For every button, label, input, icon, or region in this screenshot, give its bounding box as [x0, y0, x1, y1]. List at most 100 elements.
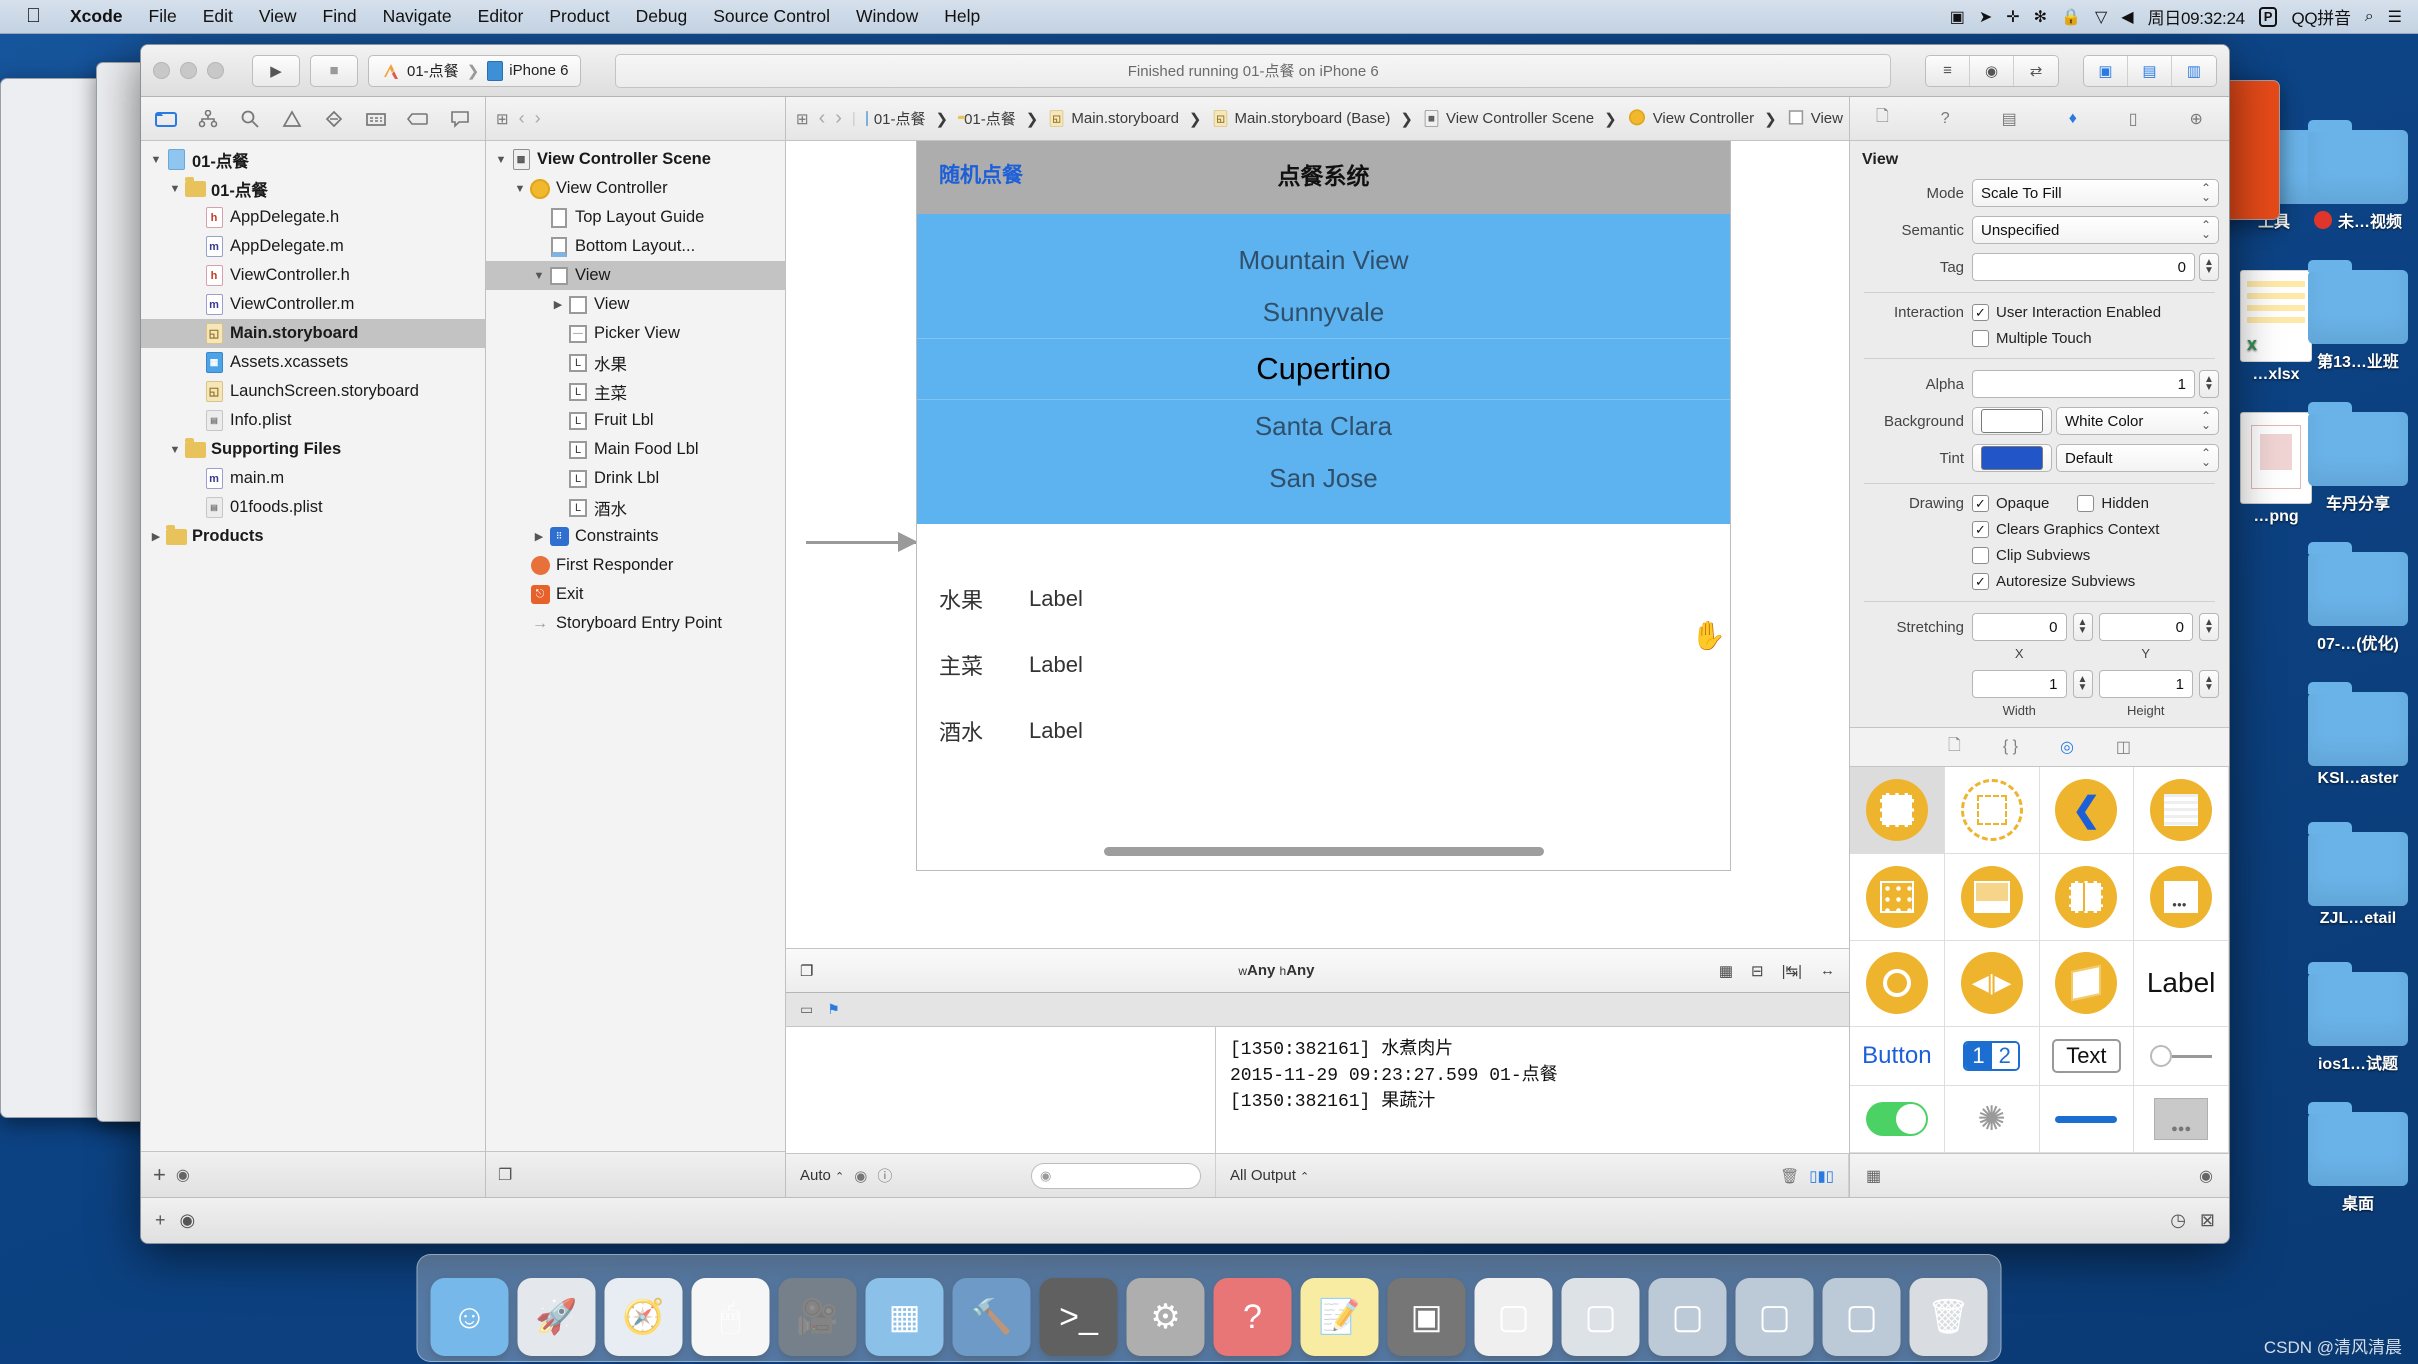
checkbox-unchecked-icon[interactable] — [1972, 547, 1989, 564]
version-editor-button[interactable]: ⇄ — [2014, 55, 2058, 86]
location-icon[interactable]: ➤ — [1979, 7, 1992, 27]
quick-help-tab[interactable]: ? — [1941, 110, 1950, 128]
picker-row[interactable]: Mountain View — [917, 234, 1730, 286]
forward-button[interactable]: › — [535, 108, 541, 129]
outline-toggle-icon[interactable]: ❐ — [498, 1165, 512, 1185]
navigator-row[interactable]: ▤ 01foods.plist — [141, 493, 485, 522]
clip-subviews-checkbox-row[interactable]: Clip Subviews — [1972, 547, 2090, 564]
size-inspector-tab[interactable]: ▯ — [2129, 109, 2138, 129]
menu-item-xcode[interactable]: Xcode — [57, 6, 136, 27]
label-key[interactable]: 酒水 — [939, 715, 1029, 747]
variables-info-icon[interactable]: ⓘ — [877, 1165, 892, 1186]
label-key[interactable]: 水果 — [939, 583, 1029, 615]
library-item-collection-view-object[interactable] — [1850, 853, 1945, 941]
attributes-inspector-tab[interactable]: ♦ — [2069, 110, 2077, 128]
resolve-issues-icon[interactable]: |↹| — [1782, 962, 1802, 980]
library-item-scene-kit-object[interactable] — [2039, 940, 2135, 1028]
breadcrumb-item[interactable]: ▩ View Controller Scene — [1423, 108, 1594, 129]
variables-filter-icon[interactable]: ◉ — [854, 1167, 867, 1185]
library-item-slider-object[interactable] — [2134, 1027, 2229, 1087]
toggle-utilities-button[interactable]: ▥ — [2172, 55, 2216, 86]
library-item-text-field-object[interactable]: Text — [2039, 1027, 2135, 1087]
outline-row[interactable]: L Fruit Lbl — [486, 406, 785, 435]
back-button[interactable]: ‹ — [519, 108, 525, 129]
disclosure-triangle[interactable]: ▶ — [530, 530, 548, 543]
menu-item-help[interactable]: Help — [931, 6, 993, 27]
library-item-switch-object[interactable] — [1850, 1086, 1945, 1153]
outline-row[interactable]: L 酒水 — [486, 493, 785, 522]
forward-button[interactable]: › — [835, 107, 842, 130]
outline-jumpbar[interactable]: ⊞ ‹ › — [486, 97, 785, 141]
bluetooth-icon[interactable]: ✻ — [2034, 7, 2047, 27]
editor-breadcrumb[interactable]: ⊞ ‹ › | 01-点餐 ❯ 01-点餐 ❯ ◱ Main.storyboard ❯ ◱ Main.s… — [786, 97, 1849, 141]
navigator-row[interactable]: ▼ Supporting Files — [141, 435, 485, 464]
outline-row[interactable]: ▼ View — [486, 261, 785, 290]
close-button[interactable] — [153, 62, 170, 79]
footer-history-icon[interactable]: ◷ — [2170, 1210, 2186, 1231]
breadcrumb-item[interactable]: ◱ Main.storyboard (Base) — [1212, 108, 1390, 129]
navigator-row[interactable]: m main.m — [141, 464, 485, 493]
disclosure-triangle[interactable]: ▼ — [492, 154, 510, 166]
navigator-row[interactable]: ▼ 01-点餐 — [141, 174, 485, 203]
nav-tab-breakpoint[interactable] — [397, 97, 439, 140]
toggle-navigator-button[interactable]: ▣ — [2084, 55, 2128, 86]
desktop-icon-ios1[interactable]: ios1…试题 — [2292, 962, 2418, 1074]
outline-row[interactable]: First Responder — [486, 551, 785, 580]
desktop-icon-class13[interactable]: 第13…业班 — [2292, 260, 2418, 372]
navigator-row[interactable]: ▤ Info.plist — [141, 406, 485, 435]
breadcrumb-item[interactable]: View Controller — [1627, 107, 1754, 131]
label-key[interactable]: 主菜 — [939, 649, 1029, 681]
related-items-icon[interactable]: ⊞ — [796, 110, 809, 128]
user-interaction-checkbox-row[interactable]: ✓ User Interaction Enabled — [1972, 304, 2161, 321]
library-item-toolbar-object[interactable]: ●●● — [2134, 1086, 2229, 1153]
wifi-icon[interactable]: ▽ — [2095, 7, 2107, 27]
disclosure-triangle[interactable]: ▼ — [511, 183, 529, 195]
clear-console-icon[interactable]: 🗑 — [1780, 1167, 1799, 1185]
media-library-tab[interactable]: ◫ — [2116, 737, 2131, 757]
desktop-icon-07[interactable]: 07-…(优化) — [2292, 542, 2418, 654]
tint-color-well[interactable] — [1972, 444, 2052, 472]
screen-recorder-icon[interactable]: ▣ — [1950, 7, 1965, 27]
canvas-lock-icon[interactable]: ❐ — [800, 962, 834, 980]
apple-menu-icon[interactable]:  — [0, 5, 57, 28]
footer-add-button[interactable]: + — [155, 1210, 166, 1231]
size-class-label[interactable]: wAny hAny — [1238, 962, 1314, 979]
code-snippet-library-tab[interactable]: { } — [2003, 738, 2018, 756]
outline-row[interactable]: L Drink Lbl — [486, 464, 785, 493]
dropbox-icon[interactable]: ✛ — [2006, 7, 2019, 27]
footer-close-icon[interactable]: ⊠ — [2200, 1210, 2215, 1231]
volume-icon[interactable]: ◀ — [2121, 7, 2133, 27]
label-value[interactable]: Label — [1029, 718, 1083, 744]
autoresize-checkbox-row[interactable]: ✓ Autoresize Subviews — [1972, 573, 2135, 590]
outline-row[interactable]: ▶ ⠿ Constraints — [486, 522, 785, 551]
object-library-grid[interactable]: ❮ ●●● ◀|▶ Label Button 1 2 Text ✺ ●●● — [1850, 767, 2229, 1153]
library-item-navigation-bar-object[interactable]: ❮ — [2039, 767, 2135, 854]
dock[interactable]: ☺ 🚀 🧭 🖱 🎥 ▦ 🔨 >_ ⚙? 📝 ▣ ▢ ▢ ▢ ▢ ▢ 🗑 — [416, 1254, 2002, 1362]
output-selector[interactable]: All Output ⌃ — [1230, 1167, 1309, 1184]
object-library-tab[interactable]: ◎ — [2060, 737, 2074, 757]
nav-tab-report[interactable] — [439, 97, 481, 140]
library-item-progress-view-object[interactable] — [2039, 1086, 2135, 1153]
outline-row[interactable]: ⎋ Exit — [486, 580, 785, 609]
label-value[interactable]: Label — [1029, 652, 1083, 678]
outline-row[interactable]: ― Picker View — [486, 319, 785, 348]
desktop-icon-zhuomian[interactable]: 桌面 — [2292, 1102, 2418, 1214]
outline-row[interactable]: Bottom Layout... — [486, 232, 785, 261]
variables-view[interactable] — [786, 1027, 1216, 1153]
outline-row[interactable]: ▶ View — [486, 290, 785, 319]
disclosure-triangle[interactable]: ▼ — [530, 270, 548, 282]
desktop-icon-video[interactable]: 未…视频 — [2292, 120, 2418, 232]
alpha-stepper[interactable]: ▲ ▼ — [2199, 370, 2219, 398]
library-item-label-object[interactable]: Label — [2134, 940, 2229, 1028]
xcode-window[interactable]: ▶ ■ 01-点餐 ❯ iPhone 6 Finished running 01… — [140, 44, 2230, 1244]
outline-tree[interactable]: ▼ ▩ View Controller Scene ▼ View Controller T… — [486, 141, 785, 1151]
standard-editor-button[interactable]: ≡ — [1926, 55, 1970, 86]
desktop-icon-chedan[interactable]: 车丹分享 — [2292, 402, 2418, 514]
stretch-height-stepper[interactable]: ▲ ▼ — [2199, 670, 2219, 698]
scope-selector[interactable]: Auto ⌃ — [800, 1167, 844, 1184]
stretch-x-stepper[interactable]: ▲ ▼ — [2072, 613, 2093, 641]
file-inspector-tab[interactable]: 🗋 — [1876, 105, 1889, 132]
nav-tab-project[interactable] — [145, 97, 187, 140]
disclosure-triangle[interactable]: ▶ — [147, 530, 165, 543]
spotlight-search-icon[interactable]: ⌕ — [2365, 8, 2374, 26]
